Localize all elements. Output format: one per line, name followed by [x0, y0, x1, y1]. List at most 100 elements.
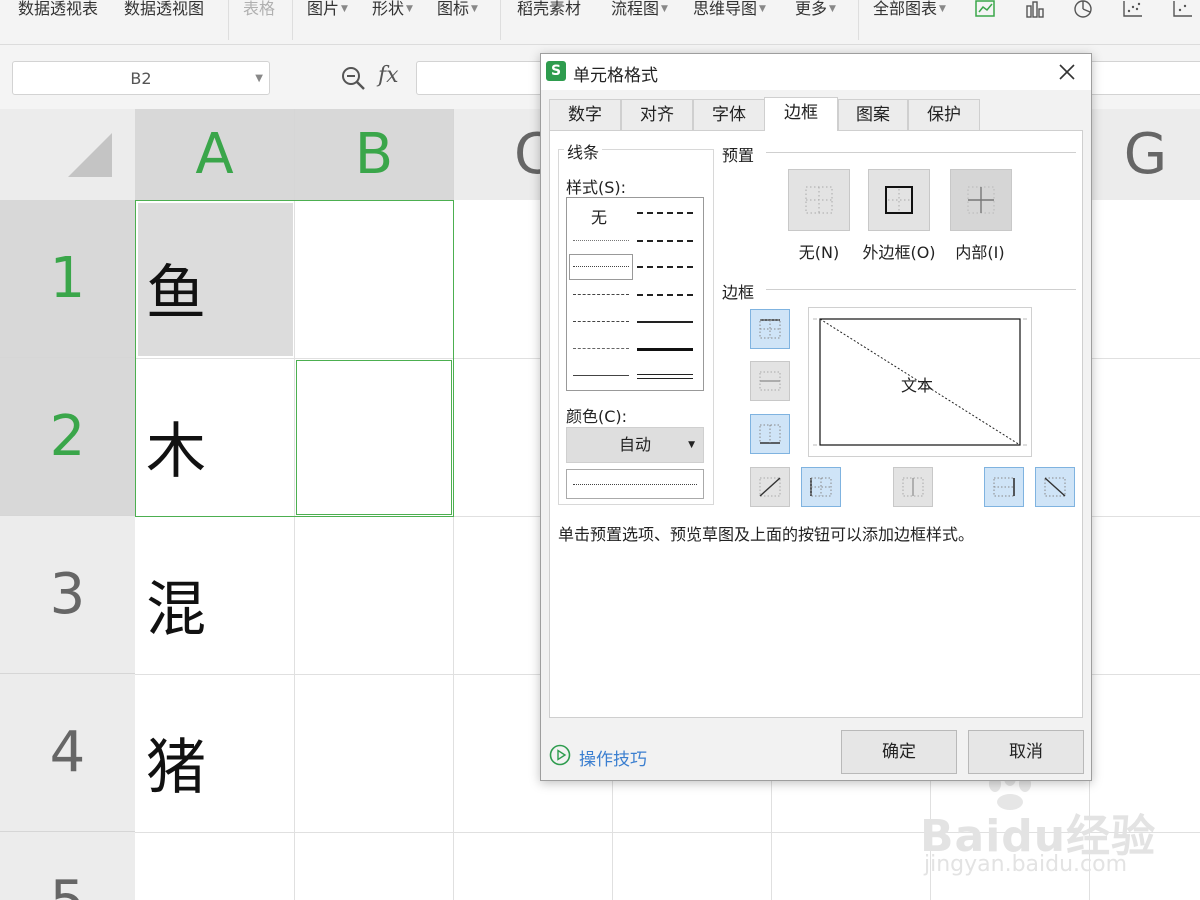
ribbon-item-label: 形状 [372, 0, 405, 18]
line-style-dashed[interactable] [573, 348, 629, 349]
tab-pattern[interactable]: 图案 [838, 99, 908, 131]
line-style-medium-dashed[interactable] [637, 294, 693, 296]
column-header-b[interactable]: B [295, 109, 454, 200]
border-preview[interactable]: 文本 [808, 307, 1032, 457]
ribbon-table[interactable]: 表格 [243, 0, 275, 18]
line-preview-sample [573, 484, 697, 485]
tab-protection[interactable]: 保护 [908, 99, 980, 131]
chevron-down-icon: ▼ [759, 4, 766, 14]
cancel-button[interactable]: 取消 [968, 730, 1084, 774]
ribbon-mindmap[interactable]: 思维导图 ▼ [693, 0, 766, 18]
line-style-medium-dash-dot[interactable] [637, 266, 693, 268]
border-diagonal-down-button[interactable] [1035, 467, 1075, 507]
pie-chart-icon[interactable] [1072, 0, 1094, 18]
line-style-hair[interactable] [573, 240, 629, 241]
border-top-button[interactable] [750, 309, 790, 349]
line-color-dropdown[interactable]: 自动 ▼ [566, 427, 704, 463]
tab-label: 对齐 [640, 105, 674, 125]
scatter-chart-icon[interactable] [1122, 0, 1144, 18]
line-preview [566, 469, 704, 499]
line-style-thick[interactable] [637, 348, 693, 351]
select-all-corner[interactable] [0, 109, 135, 200]
cell-a3[interactable]: 混 [146, 561, 206, 648]
column-header-c[interactable]: C [454, 109, 554, 200]
border-left-button[interactable] [801, 467, 841, 507]
cell-value: 鱼 [146, 259, 206, 329]
border-inside-horizontal-button[interactable] [750, 361, 790, 401]
line-style-thin[interactable] [573, 375, 629, 376]
diagonal-down-icon [1044, 477, 1066, 497]
column-header-a[interactable]: A [135, 109, 295, 200]
line-style-dotted[interactable] [573, 266, 629, 267]
row-header-label: 2 [49, 404, 86, 469]
preset-outline-label: 外边框(O) [862, 243, 936, 262]
ribbon-pivot-table[interactable]: 数据透视表 [18, 0, 98, 18]
bar-chart-icon[interactable] [1024, 0, 1046, 18]
ribbon-shape[interactable]: 形状 ▼ [372, 0, 413, 18]
row-header-4[interactable]: 4 [0, 674, 135, 832]
line-style-none[interactable]: 无 [591, 204, 607, 228]
line-style-double[interactable] [637, 374, 693, 379]
row-header-2[interactable]: 2 [0, 358, 135, 516]
ribbon-separator [858, 0, 859, 40]
ribbon-flowchart[interactable]: 流程图 ▼ [611, 0, 668, 18]
line-style-dash-dot-dot[interactable] [573, 294, 629, 295]
preset-group-legend: 预置 [722, 146, 755, 165]
border-inside-horizontal-icon [759, 371, 781, 391]
column-header-g[interactable]: G [1091, 109, 1200, 200]
row-header-5[interactable]: 5 [0, 832, 135, 900]
row-header-label: 4 [49, 720, 86, 785]
cell-a2[interactable]: 木 [146, 403, 206, 490]
ribbon-item-label: 全部图表 [873, 0, 938, 18]
ribbon-item-label: 稻壳素材 [517, 0, 582, 18]
active-cell-b2[interactable] [296, 360, 452, 515]
row-header-3[interactable]: 3 [0, 516, 135, 674]
ribbon-picture[interactable]: 图片 ▼ [307, 0, 348, 18]
chevron-down-icon[interactable]: ▼ [255, 62, 263, 96]
border-hint-text: 单击预置选项、预览草图及上面的按钮可以添加边框样式。 [558, 525, 975, 544]
close-icon[interactable] [1055, 60, 1079, 84]
ok-button[interactable]: 确定 [841, 730, 957, 774]
tab-alignment[interactable]: 对齐 [621, 99, 693, 131]
border-divider [766, 289, 1076, 290]
ribbon-all-charts[interactable]: 全部图表 ▼ [873, 0, 946, 18]
preset-outline-button[interactable] [868, 169, 930, 231]
line-style-medium[interactable] [637, 321, 693, 323]
border-bottom-icon [759, 424, 781, 444]
row-header-1[interactable]: 1 [0, 200, 135, 358]
ribbon-more[interactable]: 更多 ▼ [795, 0, 836, 18]
line-color-value: 自动 [618, 435, 651, 454]
tab-border[interactable]: 边框 [764, 97, 838, 131]
cell-a4[interactable]: 猪 [146, 719, 206, 806]
line-style-dash-dot[interactable] [573, 321, 629, 322]
preset-none-button[interactable] [788, 169, 850, 231]
line-style-list[interactable]: 无 [566, 197, 704, 391]
zoom-icon[interactable] [340, 65, 366, 91]
ribbon-docer-material[interactable]: 稻壳素材 [517, 0, 581, 18]
border-bottom-button[interactable] [750, 414, 790, 454]
ribbon-pivot-chart[interactable]: 数据透视图 [124, 0, 204, 18]
preset-inside-button[interactable] [950, 169, 1012, 231]
insert-function-button[interactable]: fx [378, 63, 399, 88]
line-style-slanted-dash-dot[interactable] [637, 240, 693, 242]
column-header-label: A [195, 122, 234, 187]
line-group-legend: 线条 [564, 139, 603, 163]
tab-number[interactable]: 数字 [549, 99, 621, 131]
border-inside-vertical-button[interactable] [893, 467, 933, 507]
dialog-titlebar[interactable]: S 单元格格式 [541, 54, 1091, 90]
name-box[interactable]: B2 ▼ [12, 61, 270, 95]
line-chart-icon[interactable] [974, 0, 996, 18]
ok-button-label: 确定 [882, 742, 916, 762]
tab-font[interactable]: 字体 [693, 99, 765, 131]
border-none-icon [805, 186, 833, 214]
cell-a1[interactable]: 鱼 [146, 245, 206, 332]
border-group-legend: 边框 [722, 283, 755, 302]
more-charts-icon[interactable] [1172, 0, 1194, 18]
fx-label: fx [378, 63, 399, 88]
line-style-selected-marker [569, 254, 633, 280]
ribbon-icon[interactable]: 图标 ▼ [437, 0, 478, 18]
line-style-medium-dash-dot-dot[interactable] [637, 212, 693, 214]
ribbon-item-label: 流程图 [611, 0, 660, 18]
border-right-button[interactable] [984, 467, 1024, 507]
border-diagonal-up-button[interactable] [750, 467, 790, 507]
